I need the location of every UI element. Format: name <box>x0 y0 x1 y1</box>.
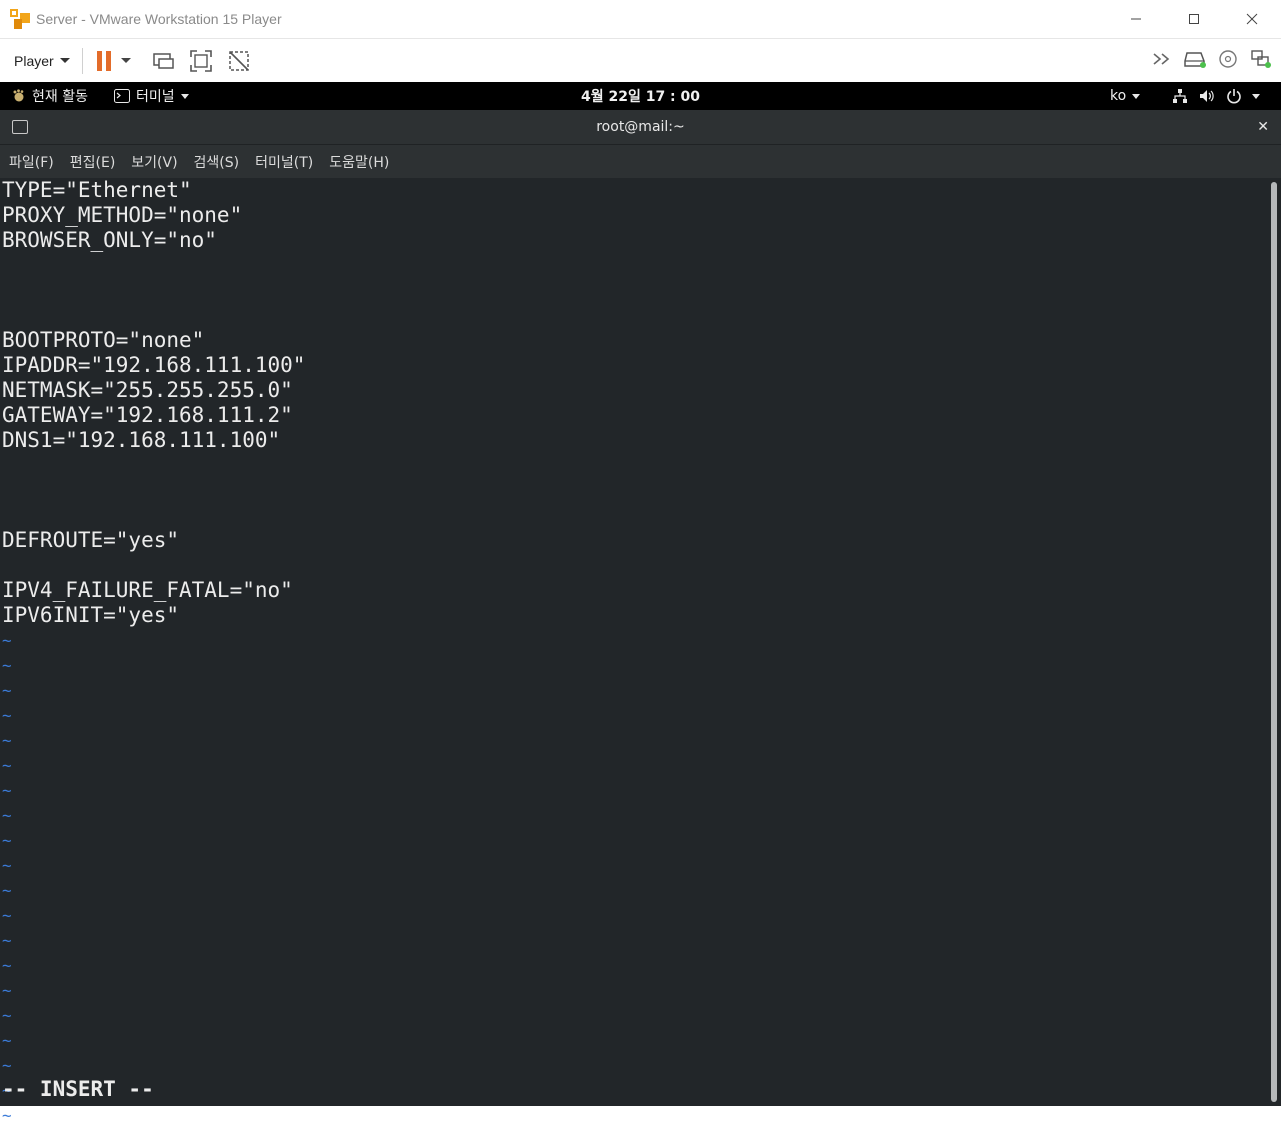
vim-line: PROXY_METHOD="none" <box>2 203 243 227</box>
vim-empty-line: ~ <box>2 1056 12 1075</box>
vim-empty-line: ~ <box>2 981 12 1000</box>
close-button[interactable] <box>1223 0 1281 38</box>
vmware-toolbar: Player <box>0 38 1281 82</box>
vim-line: BROWSER_ONLY="no" <box>2 228 217 252</box>
terminal-menubar: 파일(F) 편집(E) 보기(V) 검색(S) 터미널(T) 도움말(H) <box>0 144 1281 178</box>
terminal-title: root@mail:~ <box>596 119 685 135</box>
vim-empty-line: ~ <box>2 1081 12 1100</box>
vim-empty-line: ~ <box>2 956 12 975</box>
vim-line <box>2 303 1262 328</box>
clock-label: 4월 22일 17 : 00 <box>580 89 701 105</box>
send-ctrl-alt-del-icon[interactable] <box>151 49 175 73</box>
hard-disk-icon[interactable] <box>1183 49 1207 73</box>
pause-icon[interactable] <box>96 50 111 71</box>
vim-line: IPV6INIT="yes" <box>2 603 180 627</box>
power-icon <box>1227 89 1241 104</box>
vim-buffer[interactable]: TYPE="Ethernet" PROXY_METHOD="none" BROWSE… <box>2 178 1262 1128</box>
vim-empty-line: ~ <box>2 731 12 750</box>
chevron-down-icon <box>1132 93 1141 99</box>
clock[interactable]: 4월 22일 17 : 00 <box>0 82 1281 110</box>
vim-line: IPADDR="192.168.111.100" <box>2 353 306 377</box>
vim-empty-line: ~ <box>2 781 12 800</box>
system-menu[interactable] <box>1172 82 1260 110</box>
terminal-body[interactable]: TYPE="Ethernet" PROXY_METHOD="none" BROWSE… <box>0 178 1281 1125</box>
vim-mode-indicator: -- INSERT -- <box>2 1077 154 1101</box>
vim-empty-line: ~ <box>2 906 12 925</box>
chevron-down-icon <box>59 58 70 63</box>
vim-empty-line: ~ <box>2 831 12 850</box>
vim-empty-line: ~ <box>2 806 12 825</box>
network-adapter-icon[interactable] <box>1249 48 1273 74</box>
vim-line: DNS1="192.168.111.100" <box>2 428 281 452</box>
vim-line: BOOTPROTO="none" <box>2 328 205 352</box>
vim-line: TYPE="Ethernet" <box>2 178 192 202</box>
menu-help[interactable]: 도움말(H) <box>329 152 389 172</box>
vim-empty-line: ~ <box>2 706 12 725</box>
vim-line: GATEWAY="192.168.111.2" <box>2 403 293 427</box>
fullscreen-icon[interactable] <box>189 49 213 73</box>
vim-line: NETMASK="255.255.255.0" <box>2 378 293 402</box>
terminal-scrollbar[interactable] <box>1271 182 1277 1102</box>
vim-empty-line: ~ <box>2 856 12 875</box>
vim-line <box>2 553 1262 578</box>
menu-view[interactable]: 보기(V) <box>131 152 177 172</box>
cd-drive-icon[interactable] <box>1217 48 1239 74</box>
vim-line <box>2 478 1262 503</box>
window-title: Server - VMware Workstation 15 Player <box>36 11 282 27</box>
vim-empty-line: ~ <box>2 756 12 775</box>
terminal-header-bar: root@mail:~ ✕ <box>0 110 1281 144</box>
vim-empty-line: ~ <box>2 656 12 675</box>
network-icon <box>1173 89 1187 103</box>
player-menu-label: Player <box>14 52 54 69</box>
vim-line <box>2 453 1262 478</box>
terminal-close-icon[interactable]: ✕ <box>1257 110 1269 144</box>
vmware-title-bar: Server - VMware Workstation 15 Player <box>0 0 1281 38</box>
pause-dropdown-icon[interactable] <box>120 58 131 63</box>
menu-edit[interactable]: 편집(E) <box>70 152 116 172</box>
vim-line <box>2 503 1262 528</box>
player-menu-button[interactable]: Player <box>14 53 70 69</box>
vim-line: DEFROUTE="yes" <box>2 528 180 552</box>
maximize-button[interactable] <box>1165 0 1223 38</box>
vmware-logo-icon <box>10 9 30 29</box>
menu-file[interactable]: 파일(F) <box>9 152 54 172</box>
vim-empty-line: ~ <box>2 881 12 900</box>
minimize-button[interactable] <box>1107 0 1165 38</box>
vim-line: IPV4_FAILURE_FATAL="no" <box>2 578 293 602</box>
vim-empty-line: ~ <box>2 1006 12 1025</box>
more-devices-icon[interactable] <box>1151 50 1173 72</box>
volume-icon <box>1200 90 1214 102</box>
vim-empty-line: ~ <box>2 931 12 950</box>
vim-empty-line: ~ <box>2 1106 12 1125</box>
unity-icon[interactable] <box>227 49 251 73</box>
vim-empty-line: ~ <box>2 631 12 650</box>
toolbar-divider <box>81 47 83 74</box>
vim-line <box>2 278 1262 303</box>
vim-empty-line: ~ <box>2 681 12 700</box>
menu-search[interactable]: 검색(S) <box>194 152 240 172</box>
menu-terminal[interactable]: 터미널(T) <box>255 152 313 172</box>
vim-empty-line: ~ <box>2 1031 12 1050</box>
vim-line <box>2 253 1262 278</box>
language-label: ko <box>1110 88 1127 104</box>
gnome-top-bar: 현재 활동 터미널 4월 22일 17 : 00 ko <box>0 82 1281 110</box>
chevron-down-icon <box>1252 93 1260 99</box>
language-indicator[interactable]: ko <box>1110 82 1141 110</box>
device-status-icons <box>1151 39 1273 83</box>
window-controls <box>1107 0 1281 38</box>
